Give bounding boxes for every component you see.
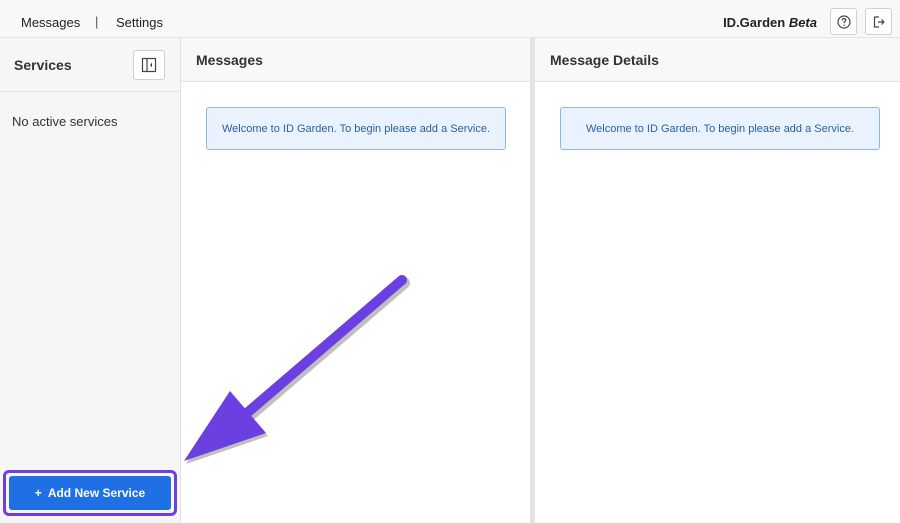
messages-welcome-notice: Welcome to ID Garden. To begin please ad… [206, 107, 506, 150]
add-new-service-button[interactable]: + Add New Service [9, 476, 171, 510]
nav-messages[interactable]: Messages [21, 15, 80, 30]
details-welcome-notice: Welcome to ID Garden. To begin please ad… [560, 107, 880, 150]
message-details-panel-title: Message Details [550, 52, 659, 68]
brand-title: ID.Garden [723, 15, 786, 30]
add-service-highlight: + Add New Service [3, 470, 177, 516]
messages-panel-title: Messages [196, 52, 263, 68]
no-services-text: No active services [12, 114, 118, 129]
help-button[interactable] [830, 8, 857, 35]
sidebar-header: Services [0, 38, 180, 92]
message-details-panel-header: Message Details [535, 38, 900, 82]
nav-separator: | [95, 14, 99, 29]
top-bar: Messages | Settings ID.Garden Beta [0, 0, 900, 38]
sidebar-title: Services [14, 57, 72, 73]
nav-settings[interactable]: Settings [116, 15, 163, 30]
brand-name: ID.Garden Beta [723, 15, 817, 30]
sidebar-collapse-icon [141, 57, 157, 73]
logout-icon [873, 15, 885, 28]
messages-panel-header: Messages [181, 38, 530, 82]
collapse-sidebar-button[interactable] [133, 50, 165, 80]
logout-button[interactable] [865, 8, 892, 35]
help-circle-icon [836, 14, 851, 29]
plus-icon: + [34, 486, 42, 500]
add-new-service-label: Add New Service [47, 486, 146, 500]
message-details-panel: Message Details Welcome to ID Garden. To… [535, 38, 900, 523]
messages-panel: Messages Welcome to ID Garden. To begin … [181, 38, 530, 523]
services-sidebar: Services No active services + Add New Se… [0, 38, 181, 523]
brand-beta-tag: Beta [788, 15, 817, 30]
